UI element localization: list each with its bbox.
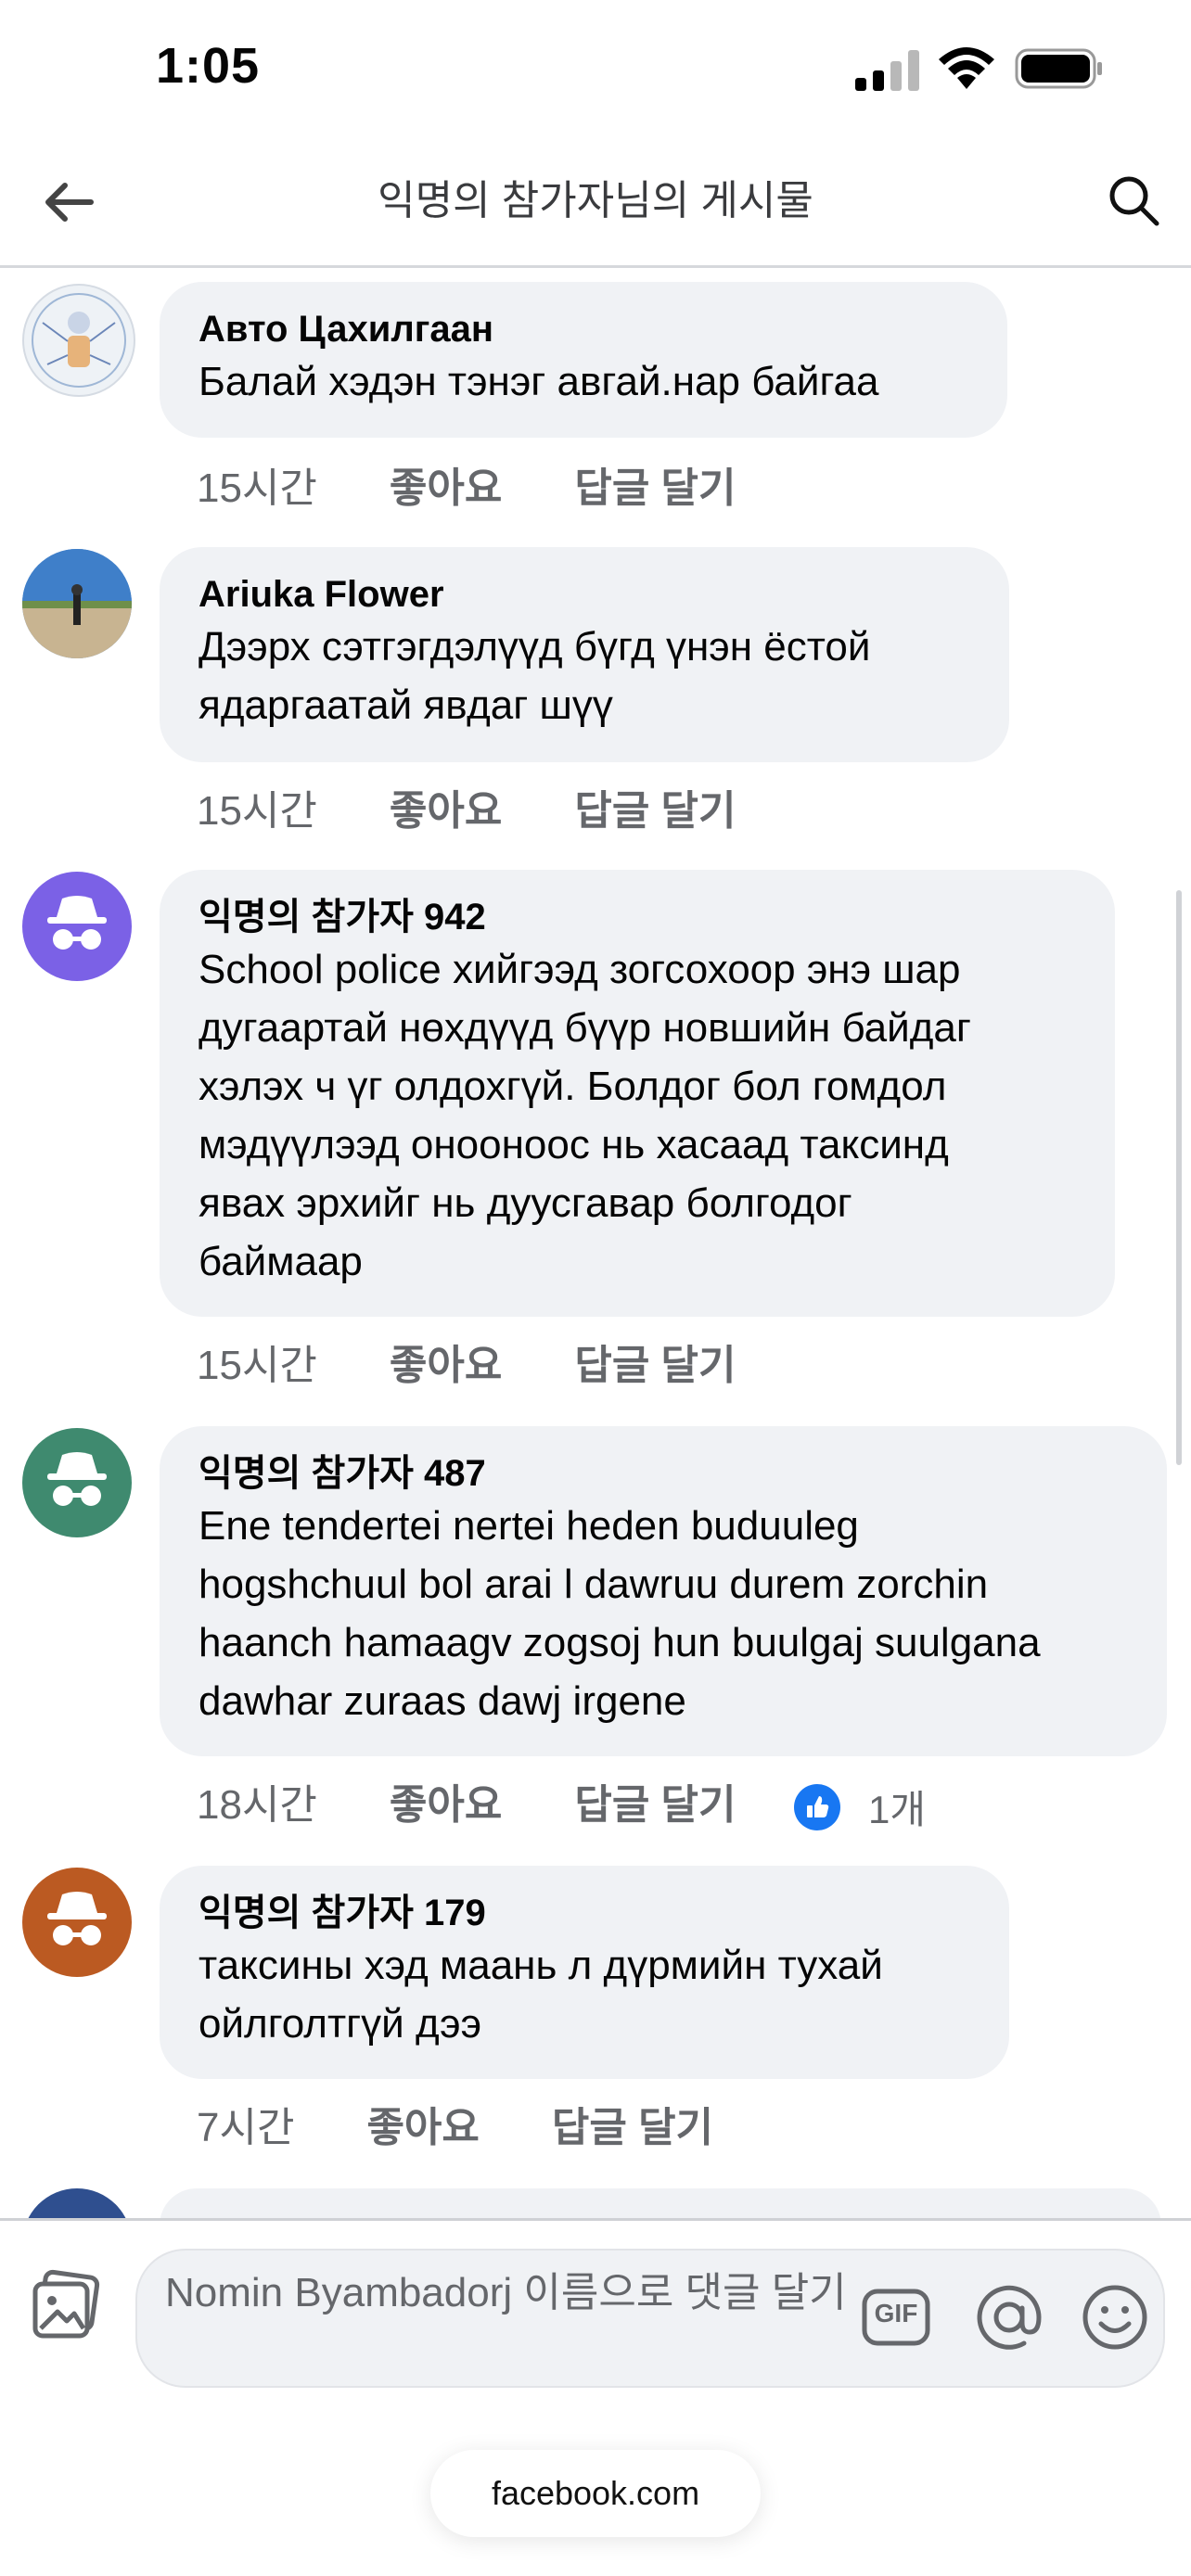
search-button[interactable]: [1100, 167, 1167, 234]
anonymous-avatar[interactable]: [22, 1428, 132, 1537]
mention-icon[interactable]: [972, 2280, 1046, 2354]
comment-author[interactable]: Авто Цахилгаан: [198, 306, 968, 352]
search-icon: [1109, 176, 1159, 226]
comment-actions: 15시간 좋아요 답글 달기: [197, 779, 809, 835]
reply-button[interactable]: 답글 달기: [574, 1771, 736, 1830]
avatar[interactable]: [22, 284, 135, 397]
scrollbar[interactable]: [1176, 890, 1182, 1465]
reply-button[interactable]: 답글 달기: [574, 454, 736, 514]
like-button[interactable]: 좋아요: [390, 1771, 502, 1830]
thumbs-up-icon: [794, 1783, 840, 1830]
comment-author[interactable]: 익명의 참가자 487: [198, 1450, 1128, 1497]
comment-bubble[interactable]: 익명의 참가자 487 Ene tendertei nertei heden b…: [160, 1426, 1167, 1756]
comment-timestamp[interactable]: 18시간: [197, 1771, 317, 1830]
reply-button[interactable]: 답글 달기: [552, 2094, 713, 2153]
gif-label: GIF: [874, 2299, 918, 2327]
status-bar: 1:05: [0, 0, 1191, 139]
page-title: 익명의 참가자님의 게시물: [378, 178, 813, 223]
anonymous-spy-icon: [47, 1892, 107, 1945]
comment-text: таксины хэд маань л дүрмийн тухай ойлгол…: [198, 1943, 883, 2047]
comment-actions: 18시간 좋아요 답글 달기: [197, 1773, 809, 1829]
comment-author[interactable]: Ariuka Flower: [198, 571, 970, 618]
reaction-summary[interactable]: 1개: [794, 1779, 926, 1835]
gif-button[interactable]: GIF: [861, 2282, 931, 2353]
anonymous-spy-icon: [47, 896, 107, 950]
like-button[interactable]: 좋아요: [390, 1332, 502, 1391]
browser-url-bar[interactable]: facebook.com: [430, 2450, 761, 2537]
battery-icon: [1015, 48, 1102, 89]
comment-composer: Nomin Byambadorj 이름으로 댓글 달기 GIF: [0, 2218, 1191, 2388]
comment-timestamp[interactable]: 15시간: [197, 454, 317, 514]
landscape-profile-picture: [22, 549, 132, 658]
comment-timestamp[interactable]: 15시간: [197, 777, 317, 836]
anonymous-spy-icon: [47, 1452, 107, 1506]
cellular-signal-icon: [855, 50, 919, 91]
anonymous-avatar[interactable]: [22, 1868, 132, 1977]
comment-actions: 15시간 좋아요 답글 달기: [197, 1333, 809, 1389]
wifi-icon: [939, 47, 994, 89]
avatar[interactable]: [22, 549, 132, 658]
diagram-profile-picture: [32, 293, 126, 388]
like-button[interactable]: 좋아요: [390, 777, 502, 836]
comment-timestamp[interactable]: 7시간: [197, 2094, 294, 2153]
comment-author[interactable]: 익명의 참가자 179: [198, 1890, 970, 1936]
comment-bubble[interactable]: Ariuka Flower Дээрх сэтгэгдэлүүд бүгд үн…: [160, 547, 1009, 762]
anonymous-avatar[interactable]: [22, 872, 132, 981]
emoji-icon[interactable]: [1078, 2280, 1152, 2354]
comment-author[interactable]: 익명의 참가자 942: [198, 894, 1076, 940]
comment-text: Балай хэдэн тэнэг авгай.нар байгаа: [198, 359, 879, 404]
comment-text: Дээрх сэтгэгдэлүүд бүгд үнэн ёстой ядарг…: [198, 624, 871, 728]
comment-actions: 7시간 좋아요 답글 달기: [197, 2096, 786, 2151]
post-header: 익명의 참가자님의 게시물: [0, 139, 1191, 268]
comment-actions: 15시간 좋아요 답글 달기: [197, 456, 809, 512]
reply-button[interactable]: 답글 달기: [574, 777, 736, 836]
like-button[interactable]: 좋아요: [390, 454, 502, 514]
reaction-count: 1개: [868, 1788, 926, 1831]
reply-button[interactable]: 답글 달기: [574, 1332, 736, 1391]
comment-input-placeholder: Nomin Byambadorj 이름으로 댓글 달기: [165, 2270, 847, 2315]
comment-timestamp[interactable]: 15시간: [197, 1332, 317, 1391]
url-text: facebook.com: [491, 2474, 700, 2512]
comment-bubble[interactable]: 익명의 참가자 179 таксины хэд маань л дүрмийн …: [160, 1866, 1009, 2079]
like-button[interactable]: 좋아요: [366, 2094, 479, 2153]
comment-bubble[interactable]: Авто Цахилгаан Балай хэдэн тэнэг авгай.н…: [160, 282, 1007, 438]
photo-button[interactable]: [32, 2269, 104, 2341]
comment-input[interactable]: Nomin Byambadorj 이름으로 댓글 달기 GIF: [135, 2249, 1165, 2388]
comment-text: Ene tendertei nertei heden buduuleg hogs…: [198, 1503, 1041, 1724]
comment-bubble[interactable]: 익명의 참가자 942 School police хийгээд зогсох…: [160, 870, 1115, 1317]
thumbs-up-glyph: [807, 1795, 829, 1817]
status-time: 1:05: [156, 38, 261, 94]
comment-text: School police хийгээд зогсохоор энэ шар …: [198, 947, 971, 1284]
